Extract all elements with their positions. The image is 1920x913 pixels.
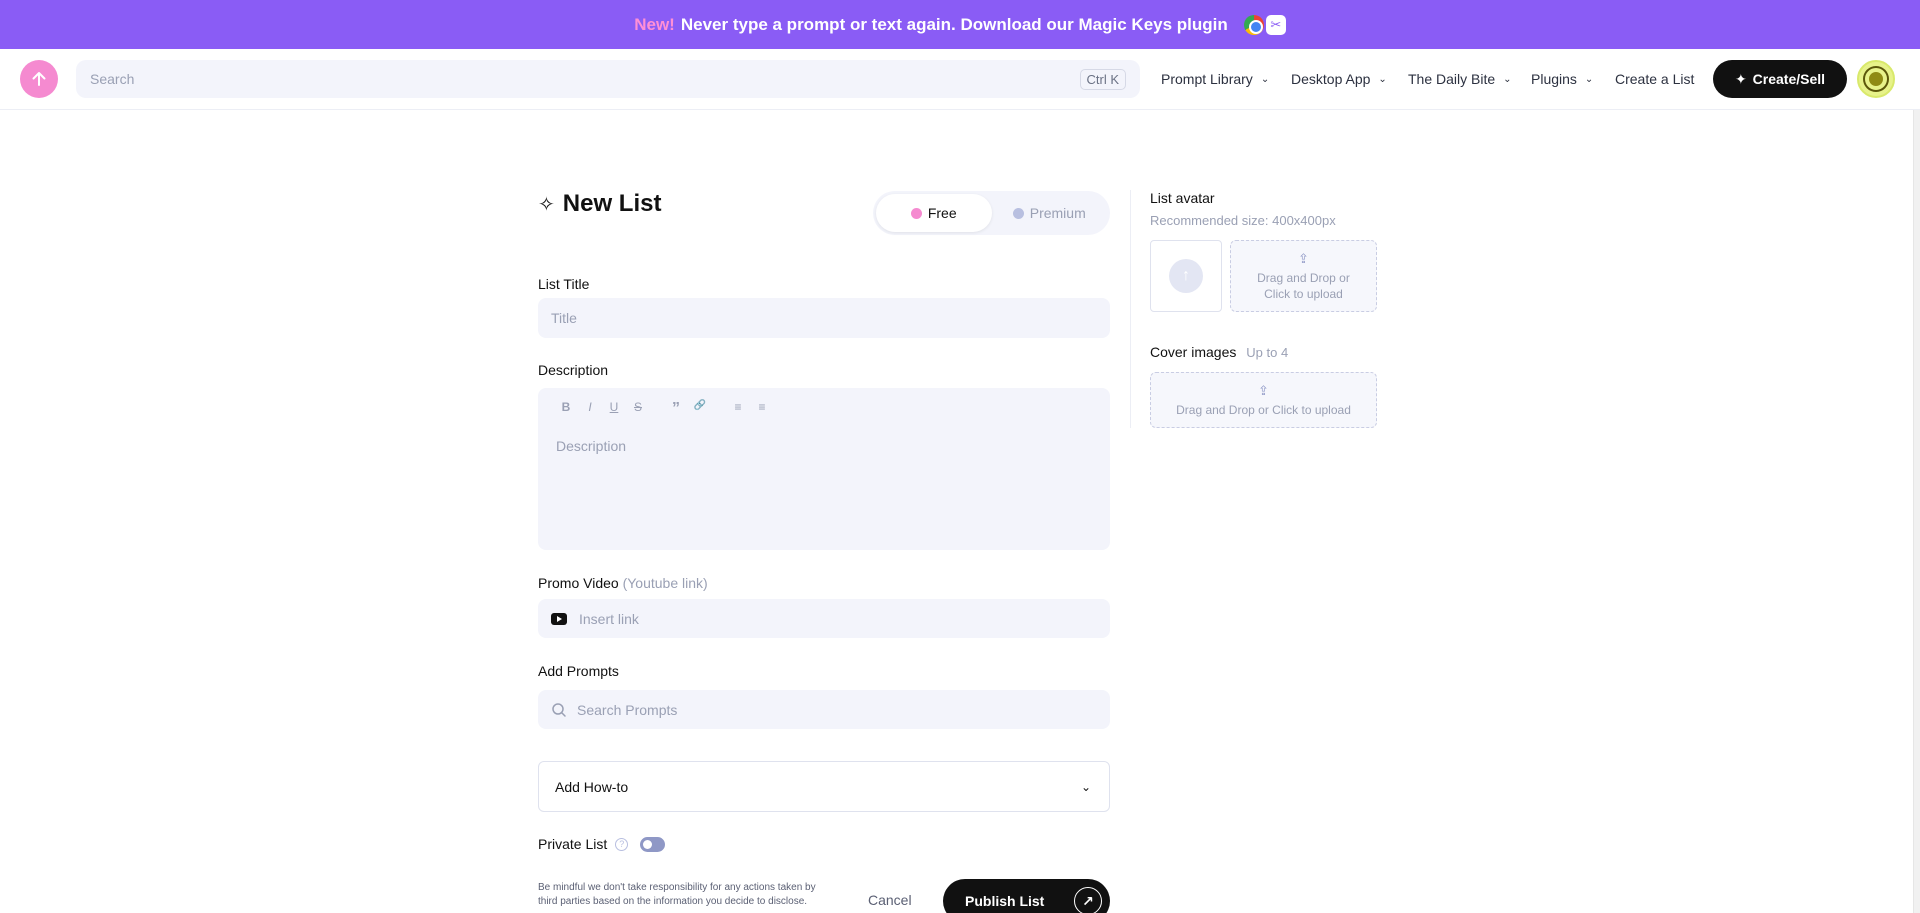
howto-label: Add How-to [555,778,629,795]
list-title-placeholder: Title [551,310,577,326]
cover-label-text: Cover images [1150,344,1237,360]
avatar-upload-text: Drag and Drop or [1257,270,1350,285]
publish-label: Publish List [965,893,1045,909]
nav-desktop-app[interactable]: Desktop App ⌄ [1291,60,1387,98]
quote-icon[interactable]: ” [664,400,688,418]
upload-icon: ⇪ [1298,250,1309,266]
nav-prompt-library[interactable]: Prompt Library ⌄ [1161,60,1269,98]
toggle-premium-label: Premium [1029,205,1086,221]
column-divider [1130,190,1131,428]
search-prompts-placeholder: Search Prompts [577,701,678,718]
arrow-up-icon [32,72,46,86]
avatar-image [1865,68,1887,90]
list-avatar-label: List avatar [1150,190,1215,206]
banner-text[interactable]: Never type a prompt or text again. Downl… [681,15,1228,35]
list-title-label: List Title [538,276,590,292]
search-prompts-input[interactable]: Search Prompts [538,690,1110,729]
description-placeholder: Description [556,438,627,454]
sparkle-icon: ✦ [1734,70,1747,87]
site-logo[interactable] [20,60,58,98]
nav-daily-bite[interactable]: The Daily Bite ⌄ [1408,60,1512,98]
page-title-row: ✧ New List [538,190,661,218]
nav-create-list[interactable]: Create a List [1615,60,1694,98]
nav-plugins[interactable]: Plugins ⌄ [1531,60,1593,98]
banner-new-label: New! [634,14,675,34]
sparkle-icon: ✧ [538,193,555,216]
bold-icon[interactable]: B [554,400,578,418]
disclaimer-text: Be mindful we don't take responsibility … [538,882,816,907]
help-icon[interactable]: ? [615,837,629,851]
cover-upload-dropzone[interactable]: ⇪ Drag and Drop or Click to upload [1150,372,1377,428]
page-title: New List [562,190,662,217]
toggle-free-label: Free [927,205,957,221]
nav-label: Prompt Library [1161,71,1253,87]
pricing-toggle: Free Premium [873,191,1110,235]
link-icon[interactable]: 🔗 [688,400,712,418]
search-bar[interactable]: Search Ctrl K [76,60,1140,98]
cover-hint: Up to 4 [1246,345,1289,360]
editor-toolbar: B I U S ” 🔗 ≡ ≡ [554,400,774,418]
description-editor[interactable]: B I U S ” 🔗 ≡ ≡ Description [538,388,1110,550]
nav-label: Create a List [1615,71,1695,87]
chevron-down-icon: ⌄ [1260,73,1270,85]
chevron-down-icon: ⌄ [1584,73,1594,85]
publish-list-button[interactable]: Publish List ↗ [943,879,1110,913]
premium-dot-icon [1012,207,1024,219]
create-sell-button[interactable]: ✦ Create/Sell [1713,60,1847,98]
promo-label-text: Promo Video [538,575,619,591]
avatar-upload-text: Click to upload [1264,286,1343,301]
promo-video-input[interactable]: Insert link [538,599,1110,638]
avatar-preview: ↑ [1150,240,1222,312]
free-dot-icon [910,207,922,219]
page-scrollbar[interactable] [1913,110,1920,913]
nav-label: Desktop App [1291,71,1371,87]
placeholder-logo-icon: ↑ [1169,259,1203,293]
chevron-down-icon: ⌄ [1503,73,1512,85]
promo-video-label: Promo Video (Youtube link) [538,575,708,591]
cancel-button[interactable]: Cancel [868,892,912,908]
nav-label: The Daily Bite [1408,71,1496,87]
private-list-row: Private List ? [538,836,666,852]
toggle-free[interactable]: Free [876,194,992,232]
cover-images-label: Cover images Up to 4 [1150,344,1288,360]
search-placeholder: Search [90,71,135,87]
chevron-down-icon: ⌄ [1080,779,1091,794]
upload-icon: ⇪ [1258,382,1269,398]
promo-placeholder: Insert link [579,610,639,627]
italic-icon[interactable]: I [578,400,602,418]
add-howto-dropdown[interactable]: Add How-to ⌄ [538,761,1110,812]
avatar-upload-dropzone[interactable]: ⇪ Drag and Drop or Click to upload [1230,240,1377,312]
user-avatar[interactable] [1857,60,1895,98]
strikethrough-icon[interactable]: S [626,400,650,418]
promo-hint: (Youtube link) [622,575,708,591]
chevron-down-icon: ⌄ [1378,73,1387,85]
description-label: Description [538,362,609,378]
nav-label: Plugins [1531,71,1577,87]
bullet-list-icon[interactable]: ≡ [750,400,774,418]
list-avatar-hint: Recommended size: 400x400px [1150,213,1336,228]
chrome-icon [1243,14,1264,35]
create-sell-label: Create/Sell [1752,71,1826,87]
underline-icon[interactable]: U [602,400,626,418]
search-shortcut: Ctrl K [1079,68,1126,90]
private-toggle[interactable] [640,836,666,852]
promo-banner[interactable]: New! Never type a prompt or text again. … [0,0,1920,49]
magic-keys-icon: ✂ [1265,14,1286,35]
toggle-premium[interactable]: Premium [992,194,1108,232]
ordered-list-icon[interactable]: ≡ [726,400,750,418]
cover-upload-text: Drag and Drop or Click to upload [1176,402,1351,417]
search-icon [552,702,566,717]
private-label: Private List [538,836,608,852]
youtube-icon [551,612,567,625]
arrow-up-right-icon: ↗ [1074,887,1102,913]
add-prompts-label: Add Prompts [538,663,619,679]
top-navbar: Search Ctrl K Prompt Library ⌄ Desktop Ap… [0,49,1920,110]
list-title-input[interactable]: Title [538,298,1110,338]
